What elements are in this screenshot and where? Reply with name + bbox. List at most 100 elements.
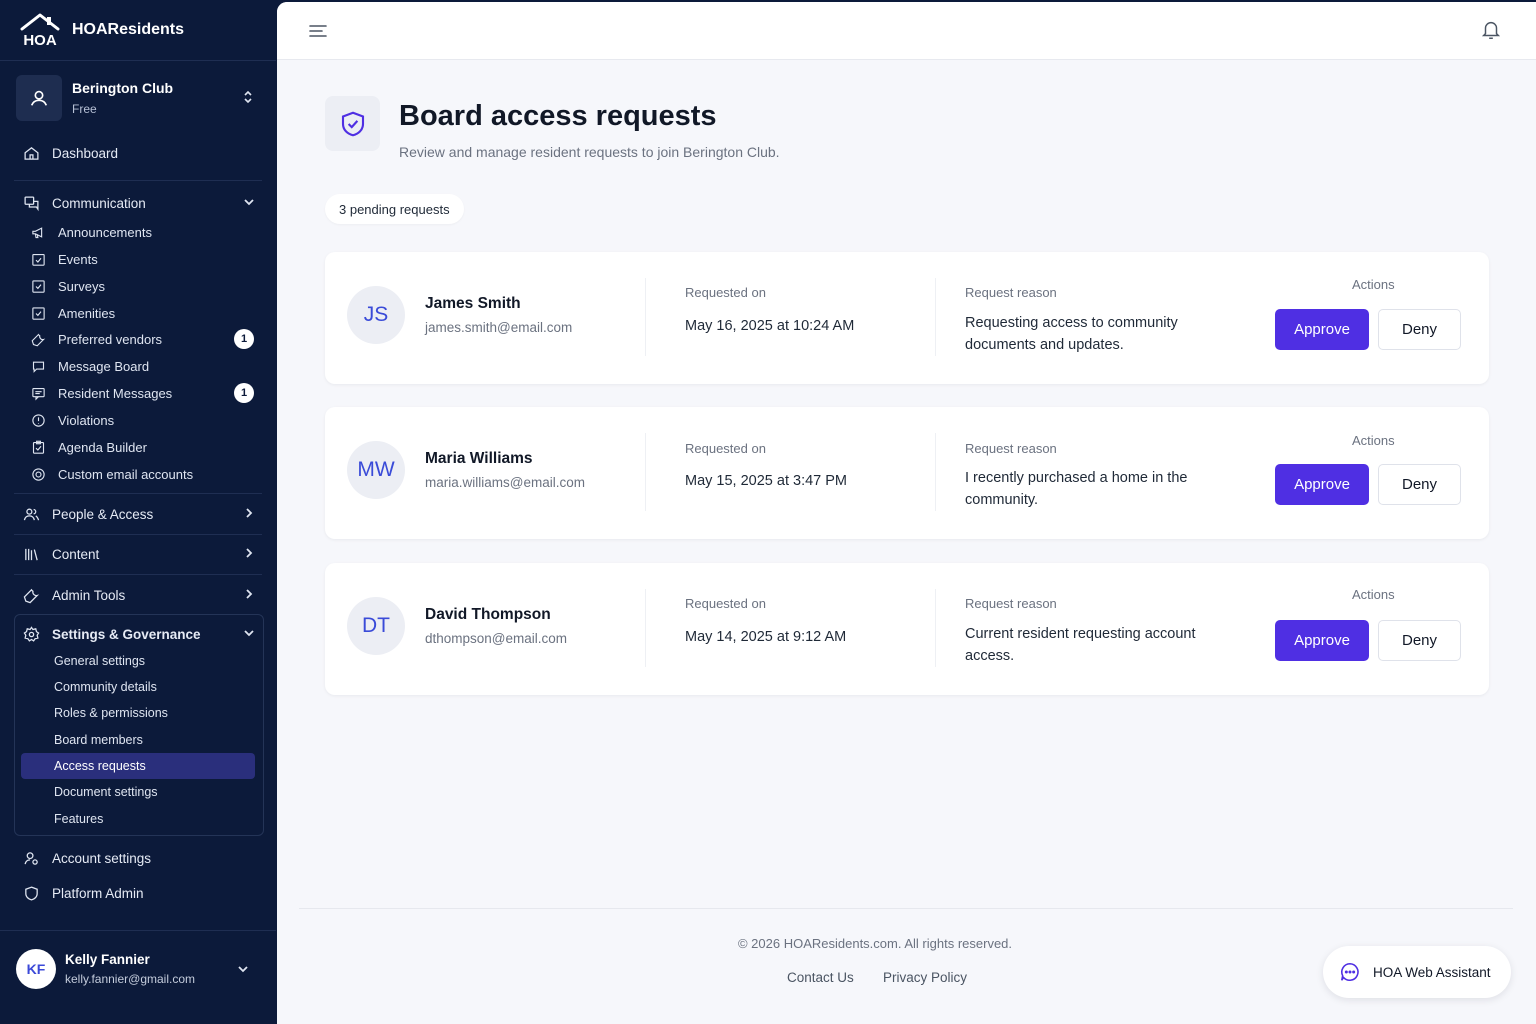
- chevron-down-icon: [244, 630, 254, 637]
- deny-button[interactable]: Deny: [1378, 309, 1461, 350]
- nav-features[interactable]: Features: [54, 809, 103, 829]
- calendar-check-icon: [31, 253, 45, 266]
- brand[interactable]: HOA HOAResidents: [18, 12, 184, 48]
- privacy-policy-link[interactable]: Privacy Policy: [883, 970, 967, 985]
- web-assistant-button[interactable]: HOA Web Assistant: [1323, 946, 1511, 998]
- contact-us-link[interactable]: Contact Us: [787, 970, 854, 985]
- nav-label: Resident Messages: [58, 385, 173, 401]
- deny-button[interactable]: Deny: [1378, 620, 1461, 661]
- nav-resident-messages[interactable]: Resident Messages 1: [30, 382, 258, 404]
- nav-custom-email-accounts[interactable]: Custom email accounts: [30, 463, 258, 485]
- nav-label: Surveys: [58, 278, 105, 294]
- message-square-icon: [31, 387, 45, 400]
- users-icon: [23, 508, 39, 520]
- copyright: © 2026 HOAResidents.com. All rights rese…: [737, 936, 1013, 951]
- divider: [935, 589, 936, 667]
- request-card: MW Maria Williams maria.williams@email.c…: [325, 407, 1489, 539]
- nav-access-requests[interactable]: Access requests: [54, 756, 146, 776]
- user-icon: [30, 90, 48, 106]
- approve-button[interactable]: Approve: [1275, 620, 1369, 661]
- approve-button[interactable]: Approve: [1275, 309, 1369, 350]
- nav-people-access[interactable]: People & Access: [22, 502, 262, 526]
- nav-preferred-vendors[interactable]: Preferred vendors 1: [30, 328, 258, 350]
- request-reason: Requesting access to community documents…: [965, 315, 1178, 353]
- menu-icon[interactable]: [307, 20, 329, 42]
- nav-roles-permissions[interactable]: Roles & permissions: [54, 703, 168, 723]
- home-icon: [23, 146, 39, 160]
- nav-label: Announcements: [58, 224, 152, 240]
- nav-label: Admin Tools: [52, 587, 126, 603]
- checkbox-icon: [31, 306, 45, 320]
- request-date: May 16, 2025 at 10:24 AM: [685, 318, 855, 334]
- requester-email: maria.williams@email.com: [425, 475, 585, 490]
- nav-label: Agenda Builder: [58, 439, 147, 455]
- page-title: Board access requests: [399, 100, 717, 132]
- chevron-right-icon: [246, 508, 253, 518]
- bell-icon[interactable]: [1480, 19, 1502, 41]
- nav-label: People & Access: [52, 506, 154, 522]
- wrench-icon: [31, 333, 45, 346]
- nav-label: Content: [52, 546, 100, 562]
- nav-label: Preferred vendors: [58, 331, 163, 347]
- requester-name: David Thompson: [425, 606, 551, 623]
- nav-agenda-builder[interactable]: Agenda Builder: [30, 436, 258, 458]
- nav-surveys[interactable]: Surveys: [30, 275, 258, 297]
- request-reason: Current resident requesting account acce…: [965, 626, 1196, 664]
- chevron-up-down-icon: [244, 90, 252, 104]
- chevron-down-icon: [244, 199, 254, 206]
- nav-label: Events: [58, 251, 98, 267]
- request-card: DT David Thompson dthompson@email.com Re…: [325, 563, 1489, 695]
- nav-label: Platform Admin: [52, 885, 144, 901]
- at-sign-icon: [31, 467, 45, 481]
- user-menu[interactable]: KF Kelly Fannier kelly.fannier@gmail.com: [16, 948, 260, 990]
- user-gear-icon: [23, 851, 38, 865]
- divider: [14, 574, 262, 575]
- nav-platform-admin[interactable]: Platform Admin: [22, 881, 262, 905]
- main-content: Board access requests Review and manage …: [277, 2, 1536, 1024]
- actions-label: Actions: [1352, 277, 1395, 292]
- nav-document-settings[interactable]: Document settings: [54, 782, 158, 802]
- shield-check-icon: [341, 111, 364, 136]
- nav-settings-governance[interactable]: Settings & Governance: [22, 622, 262, 646]
- divider: [14, 534, 262, 535]
- actions-label: Actions: [1352, 587, 1395, 602]
- request-reason-label: Request reason: [965, 596, 1057, 611]
- nav-content[interactable]: Content: [22, 542, 262, 566]
- nav-dashboard[interactable]: Dashboard: [22, 141, 262, 165]
- nav-community-details[interactable]: Community details: [54, 677, 157, 697]
- svg-text:HOA: HOA: [23, 32, 57, 48]
- nav-admin-tools[interactable]: Admin Tools: [22, 583, 262, 607]
- nav-events[interactable]: Events: [30, 248, 258, 270]
- chat-bubble-icon: [32, 361, 44, 373]
- nav-announcements[interactable]: Announcements: [30, 221, 258, 243]
- avatar: JS: [347, 286, 405, 344]
- nav-board-members[interactable]: Board members: [54, 730, 143, 750]
- nav-violations[interactable]: Violations: [30, 409, 258, 431]
- deny-button[interactable]: Deny: [1378, 464, 1461, 505]
- app-name: HOAResidents: [72, 21, 185, 38]
- divider: [0, 60, 276, 61]
- club-name: Berington Club: [72, 80, 174, 96]
- divider: [645, 433, 646, 511]
- nav-message-board[interactable]: Message Board: [30, 355, 258, 377]
- request-reason: I recently purchased a home in the commu…: [965, 470, 1188, 508]
- requester-email: james.smith@email.com: [425, 320, 573, 335]
- approve-button[interactable]: Approve: [1275, 464, 1369, 505]
- checkbox-icon: [31, 279, 45, 293]
- pending-count-badge: 3 pending requests: [325, 194, 464, 224]
- nav-general-settings[interactable]: General settings: [54, 651, 145, 671]
- nav-amenities[interactable]: Amenities: [30, 302, 258, 324]
- sidebar: HOA HOAResidents Berington Club Free Das…: [0, 0, 276, 1024]
- topbar: [277, 2, 1536, 60]
- chevron-right-icon: [246, 589, 253, 599]
- user-email: kelly.fannier@gmail.com: [65, 972, 196, 986]
- nav-account-settings[interactable]: Account settings: [22, 846, 262, 870]
- nav-communication[interactable]: Communication: [22, 191, 262, 215]
- requested-on-label: Requested on: [685, 441, 766, 456]
- user-name: Kelly Fannier: [65, 952, 150, 967]
- nav-label: Settings & Governance: [52, 626, 201, 642]
- avatar: DT: [347, 597, 405, 655]
- divider: [0, 930, 276, 931]
- club-switcher[interactable]: Berington Club Free: [16, 75, 260, 121]
- shield-icon: [24, 885, 38, 901]
